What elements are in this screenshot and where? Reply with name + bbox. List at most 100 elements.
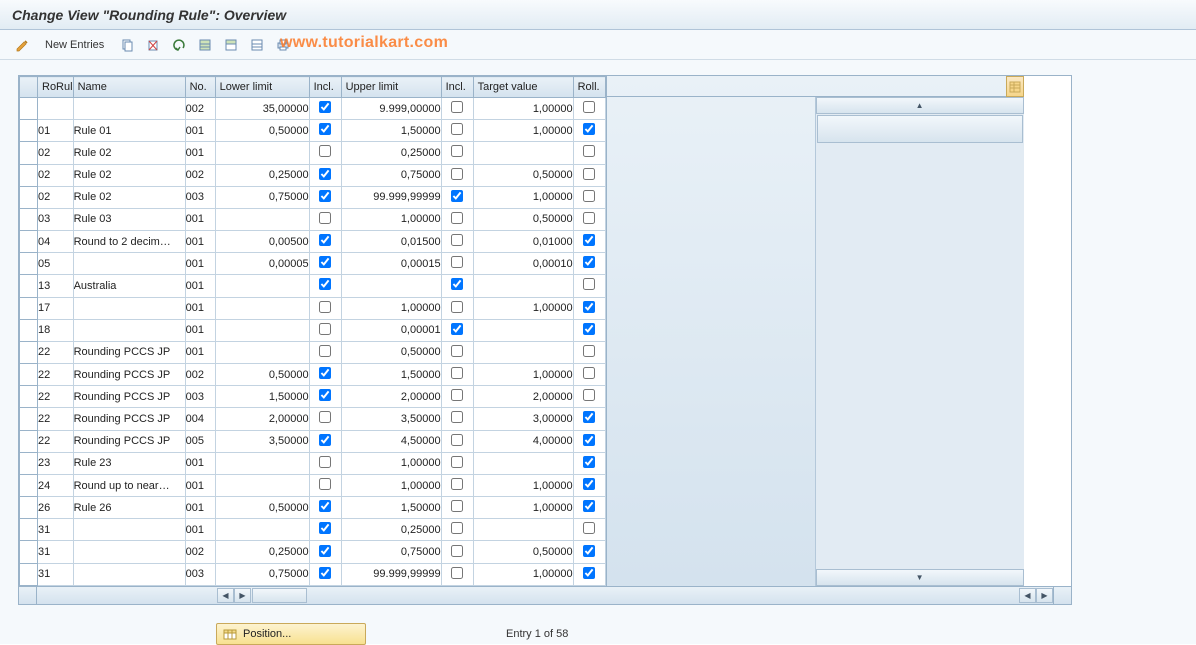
cell-incl2[interactable]: [441, 519, 473, 541]
scroll-left-end-icon[interactable]: ◀: [1019, 588, 1036, 603]
roll-checkbox[interactable]: [583, 500, 595, 512]
incl2-checkbox[interactable]: [451, 411, 463, 423]
cell-rorul[interactable]: 31: [38, 519, 74, 541]
incl2-checkbox[interactable]: [451, 478, 463, 490]
cell-target[interactable]: 1,00000: [473, 563, 573, 585]
cell-name[interactable]: Rounding PCCS JP: [73, 364, 185, 386]
incl2-checkbox[interactable]: [451, 278, 463, 290]
cell-name[interactable]: Rounding PCCS JP: [73, 341, 185, 363]
cell-target[interactable]: 1,00000: [473, 297, 573, 319]
cell-lower[interactable]: [215, 452, 309, 474]
cell-lower[interactable]: 2,00000: [215, 408, 309, 430]
cell-rorul[interactable]: 17: [38, 297, 74, 319]
cell-incl2[interactable]: [441, 120, 473, 142]
cell-incl2[interactable]: [441, 164, 473, 186]
cell-rorul[interactable]: 31: [38, 563, 74, 585]
cell-target[interactable]: 4,00000: [473, 430, 573, 452]
row-selector[interactable]: [20, 297, 38, 319]
cell-lower[interactable]: 0,50000: [215, 497, 309, 519]
cell-rorul[interactable]: 31: [38, 541, 74, 563]
cell-roll[interactable]: [573, 253, 605, 275]
incl2-checkbox[interactable]: [451, 101, 463, 113]
cell-incl2[interactable]: [441, 275, 473, 297]
cell-incl1[interactable]: [309, 364, 341, 386]
col-header-incl2[interactable]: Incl.: [441, 77, 473, 98]
cell-rorul[interactable]: 18: [38, 319, 74, 341]
cell-no[interactable]: 001: [185, 253, 215, 275]
row-selector[interactable]: [20, 341, 38, 363]
scroll-up-icon[interactable]: ▲: [816, 97, 1024, 114]
incl1-checkbox[interactable]: [319, 545, 331, 557]
hscroll-thumb[interactable]: [252, 588, 307, 603]
cell-upper[interactable]: 1,00000: [341, 452, 441, 474]
roll-checkbox[interactable]: [583, 234, 595, 246]
col-header-lower[interactable]: Lower limit: [215, 77, 309, 98]
incl2-checkbox[interactable]: [451, 301, 463, 313]
incl1-checkbox[interactable]: [319, 522, 331, 534]
cell-lower[interactable]: [215, 208, 309, 230]
incl1-checkbox[interactable]: [319, 456, 331, 468]
incl1-checkbox[interactable]: [319, 123, 331, 135]
cell-no[interactable]: 002: [185, 364, 215, 386]
cell-rorul[interactable]: 02: [38, 164, 74, 186]
cell-lower[interactable]: 0,50000: [215, 364, 309, 386]
cell-upper[interactable]: 0,50000: [341, 341, 441, 363]
cell-rorul[interactable]: 22: [38, 386, 74, 408]
cell-name[interactable]: [73, 319, 185, 341]
cell-rorul[interactable]: 23: [38, 452, 74, 474]
cell-lower[interactable]: [215, 519, 309, 541]
cell-rorul[interactable]: 26: [38, 497, 74, 519]
cell-target[interactable]: [473, 142, 573, 164]
row-selector[interactable]: [20, 408, 38, 430]
cell-name[interactable]: Rule 02: [73, 142, 185, 164]
scroll-down-icon[interactable]: ▼: [816, 569, 1024, 586]
incl2-checkbox[interactable]: [451, 345, 463, 357]
cell-no[interactable]: 001: [185, 297, 215, 319]
cell-rorul[interactable]: 22: [38, 408, 74, 430]
cell-lower[interactable]: 0,00500: [215, 231, 309, 253]
cell-incl2[interactable]: [441, 541, 473, 563]
cell-roll[interactable]: [573, 452, 605, 474]
cell-upper[interactable]: 3,50000: [341, 408, 441, 430]
cell-rorul[interactable]: 22: [38, 364, 74, 386]
toggle-change-icon[interactable]: [12, 35, 32, 55]
row-selector[interactable]: [20, 98, 38, 120]
cell-incl2[interactable]: [441, 474, 473, 496]
cell-roll[interactable]: [573, 563, 605, 585]
row-selector[interactable]: [20, 497, 38, 519]
row-selector[interactable]: [20, 142, 38, 164]
roll-checkbox[interactable]: [583, 168, 595, 180]
incl1-checkbox[interactable]: [319, 212, 331, 224]
row-selector[interactable]: [20, 452, 38, 474]
incl1-checkbox[interactable]: [319, 500, 331, 512]
cell-roll[interactable]: [573, 408, 605, 430]
roll-checkbox[interactable]: [583, 389, 595, 401]
cell-no[interactable]: 003: [185, 186, 215, 208]
cell-incl2[interactable]: [441, 497, 473, 519]
cell-no[interactable]: 001: [185, 474, 215, 496]
roll-checkbox[interactable]: [583, 256, 595, 268]
cell-roll[interactable]: [573, 208, 605, 230]
cell-upper[interactable]: 0,25000: [341, 142, 441, 164]
position-button[interactable]: Position...: [216, 623, 366, 645]
cell-roll[interactable]: [573, 519, 605, 541]
cell-incl2[interactable]: [441, 408, 473, 430]
cell-upper[interactable]: 1,00000: [341, 297, 441, 319]
cell-incl1[interactable]: [309, 275, 341, 297]
cell-lower[interactable]: 0,25000: [215, 164, 309, 186]
cell-name[interactable]: Rule 02: [73, 164, 185, 186]
cell-upper[interactable]: 0,75000: [341, 164, 441, 186]
cell-rorul[interactable]: 22: [38, 430, 74, 452]
cell-incl1[interactable]: [309, 142, 341, 164]
cell-roll[interactable]: [573, 186, 605, 208]
cell-lower[interactable]: 3,50000: [215, 430, 309, 452]
cell-upper[interactable]: 99.999,99999: [341, 186, 441, 208]
incl2-checkbox[interactable]: [451, 123, 463, 135]
cell-target[interactable]: 1,00000: [473, 474, 573, 496]
cell-incl2[interactable]: [441, 341, 473, 363]
cell-name[interactable]: [73, 541, 185, 563]
vertical-scrollbar[interactable]: ▲ ▼: [815, 97, 1024, 586]
incl2-checkbox[interactable]: [451, 389, 463, 401]
cell-target[interactable]: 0,50000: [473, 541, 573, 563]
cell-name[interactable]: Rounding PCCS JP: [73, 408, 185, 430]
